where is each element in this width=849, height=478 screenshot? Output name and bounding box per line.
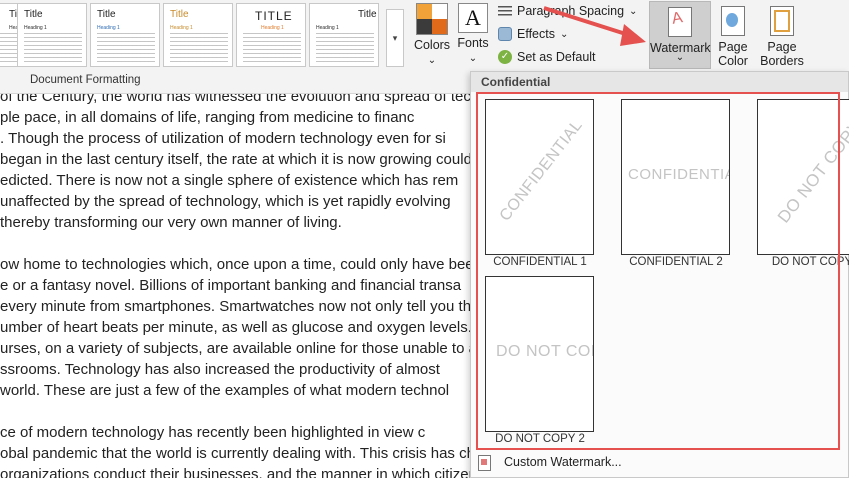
style-thumb-heading: Heading 1 bbox=[24, 25, 47, 31]
document-line: . Though the process of utilization of m… bbox=[0, 130, 446, 147]
style-thumb-title: Title bbox=[24, 9, 43, 20]
page-borders-button[interactable]: Page Borders bbox=[758, 1, 806, 68]
style-thumb-lines bbox=[243, 33, 301, 63]
style-thumb-heading: Heading 1 bbox=[97, 25, 120, 31]
document-line: e or a fantasy novel. Billions of import… bbox=[0, 277, 462, 294]
watermark-preview: DO NOT COPY bbox=[485, 276, 594, 432]
color-swatch bbox=[417, 4, 432, 19]
watermark-preview-text: DO NOT COPY bbox=[773, 116, 849, 227]
watermark-caption: DO NOT COPY bbox=[771, 256, 849, 268]
style-thumb-lines bbox=[24, 33, 82, 63]
watermark-caption: DO NOT COPY 2 bbox=[495, 433, 585, 445]
custom-watermark-label: Custom Watermark... bbox=[504, 455, 622, 469]
colors-label: Colors bbox=[413, 38, 451, 52]
page-color-label: Page bbox=[718, 40, 748, 54]
set-as-default-label: Set as Default bbox=[517, 50, 596, 64]
style-thumb-title: Title bbox=[358, 9, 377, 20]
watermark-preview: DO NOT COPY bbox=[757, 99, 849, 255]
chevron-down-icon: ⌄ bbox=[427, 55, 437, 66]
style-thumb-title: Title bbox=[97, 9, 116, 20]
chevron-down-icon: ▾ bbox=[392, 32, 398, 43]
style-thumb-heading: Heading 1 bbox=[170, 25, 193, 31]
watermark-option-do-not-copy-2[interactable]: DO NOT COPY DO NOT COPY 2 bbox=[485, 276, 595, 452]
watermark-doc-icon bbox=[478, 455, 491, 471]
watermark-option-do-not-copy-1[interactable]: DO NOT COPY DO NOT COPY bbox=[757, 99, 849, 275]
annotation-arrow-icon bbox=[543, 6, 646, 46]
style-thumb-heading: Heading 1 bbox=[261, 25, 284, 31]
document-line: began in the last century itself, the ra… bbox=[0, 151, 470, 168]
style-set-gallery: Title Heading 1 Title Heading 1 Title He… bbox=[0, 3, 404, 69]
colors-button[interactable]: Colors ⌄ bbox=[412, 3, 452, 66]
document-line: ow home to technologies which, once upon… bbox=[0, 256, 470, 273]
watermark-preview: CONFIDENTIAL bbox=[485, 99, 594, 255]
custom-watermark-menu-item[interactable]: Custom Watermark... bbox=[470, 452, 849, 474]
page-color-icon bbox=[721, 6, 745, 36]
style-set-thumb[interactable]: Title Heading 1 bbox=[90, 3, 160, 67]
style-thumb-lines bbox=[170, 33, 228, 63]
page-borders-label-2: Borders bbox=[760, 54, 804, 68]
style-set-thumb[interactable]: TITLE Heading 1 bbox=[236, 3, 306, 67]
color-swatch bbox=[417, 19, 432, 34]
watermark-preview-text: CONFIDENTIAL bbox=[496, 116, 586, 225]
style-thumb-lines bbox=[97, 33, 155, 63]
paragraph-spacing-icon bbox=[498, 5, 512, 17]
group-label: Document Formatting bbox=[30, 74, 141, 86]
watermark-preview: CONFIDENTIAL bbox=[621, 99, 730, 255]
chevron-down-icon: ⌄ bbox=[675, 52, 685, 63]
checkmark-icon: ✓ bbox=[498, 50, 512, 64]
document-line: every minute from smartphones. Smartwatc… bbox=[0, 298, 470, 315]
document-line: unaffected by the spread of technology, … bbox=[0, 193, 451, 210]
page-color-label-2-text: Color bbox=[718, 54, 748, 68]
watermark-icon: A bbox=[668, 7, 692, 37]
page-borders-label: Page bbox=[767, 40, 797, 54]
document-line: edicted. There is now not a single spher… bbox=[0, 172, 459, 189]
color-swatch bbox=[432, 4, 447, 19]
gallery-section-header: Confidential bbox=[471, 72, 848, 92]
document-line: world. These are just a few of the examp… bbox=[0, 382, 450, 399]
document-line: of the Century, the world has witnessed … bbox=[0, 94, 470, 105]
document-line: ce of modern technology has recently bee… bbox=[0, 424, 426, 441]
document-line: urses, on a variety of subjects, are ava… bbox=[0, 340, 470, 357]
palette-icon bbox=[416, 3, 448, 35]
document-line: umber of heart beats per minute, as well… bbox=[0, 319, 470, 336]
document-line: obal pandemic that the world is currentl… bbox=[0, 445, 470, 462]
watermark-option-confidential-1[interactable]: CONFIDENTIAL CONFIDENTIAL 1 bbox=[485, 99, 595, 275]
font-a-icon: A bbox=[458, 3, 488, 33]
page-borders-icon bbox=[770, 6, 794, 36]
set-as-default-button[interactable]: ✓ Set as Default bbox=[498, 50, 596, 64]
watermark-preview-text: DO NOT COPY bbox=[496, 343, 593, 360]
gallery-more-button[interactable]: ▾ bbox=[386, 9, 404, 67]
watermark-caption: CONFIDENTIAL 1 bbox=[493, 256, 587, 268]
style-set-thumb[interactable]: Title Heading 1 bbox=[163, 3, 233, 67]
style-set-thumb[interactable]: Title Heading 1 bbox=[309, 3, 379, 67]
chevron-down-icon: ⌄ bbox=[468, 53, 478, 64]
watermark-caption: CONFIDENTIAL 2 bbox=[629, 256, 723, 268]
style-set-thumb[interactable]: Title Heading 1 bbox=[17, 3, 87, 67]
fonts-button[interactable]: A Fonts ⌄ bbox=[454, 3, 492, 64]
document-body[interactable]: of the Century, the world has witnessed … bbox=[0, 94, 470, 478]
color-swatch bbox=[432, 19, 447, 34]
style-thumb-title: Title bbox=[170, 9, 189, 20]
style-thumb-title: TITLE bbox=[255, 9, 293, 23]
document-line: ple pace, in all domains of life, rangin… bbox=[0, 109, 415, 126]
effects-icon bbox=[498, 27, 512, 41]
document-line: thereby transforming our very own manner… bbox=[0, 214, 342, 231]
watermark-option-confidential-2[interactable]: CONFIDENTIAL CONFIDENTIAL 2 bbox=[621, 99, 731, 275]
watermark-gallery-panel: Confidential CONFIDENTIAL CONFIDENTIAL 1… bbox=[470, 71, 849, 478]
style-thumb-lines bbox=[316, 33, 374, 63]
document-line: ssrooms. Technology has also increased t… bbox=[0, 361, 440, 378]
fonts-label: Fonts bbox=[457, 36, 489, 50]
style-thumb-heading: Heading 1 bbox=[316, 25, 339, 31]
watermark-preview-text: CONFIDENTIAL bbox=[628, 166, 729, 183]
document-line: organizations conduct their businesses, … bbox=[0, 466, 470, 478]
